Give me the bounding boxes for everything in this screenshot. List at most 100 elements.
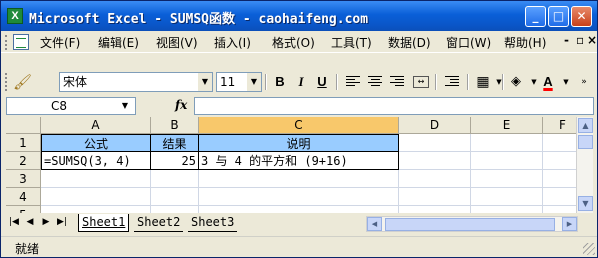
workbook-icon[interactable] (13, 34, 29, 50)
cell-a1[interactable]: 公式 (41, 134, 151, 152)
cell-c5[interactable] (199, 206, 399, 213)
cell-c2[interactable]: 3 与 4 的平方和 (9+16) (199, 152, 399, 170)
menu-tools[interactable]: 工具(T) (331, 34, 372, 51)
scroll-left-button[interactable]: ◀ (367, 217, 382, 231)
vertical-scroll-thumb[interactable] (578, 135, 593, 149)
vertical-scrollbar[interactable]: ▲ ▼ (576, 117, 593, 213)
cell-f4[interactable] (543, 188, 576, 206)
maximize-button[interactable]: □ (548, 6, 569, 27)
cell-e5[interactable] (471, 206, 543, 213)
align-center-icon[interactable] (368, 74, 382, 88)
cell-f2[interactable] (543, 152, 576, 170)
chevron-down-icon[interactable]: ▼ (247, 73, 261, 91)
menu-insert[interactable]: 插入(I) (214, 34, 251, 51)
chevron-down-icon[interactable]: ▼ (490, 74, 508, 90)
cell-f5[interactable] (543, 206, 576, 213)
cell-a5[interactable] (41, 206, 151, 213)
cell-b3[interactable] (151, 170, 199, 188)
sheet-tab-3[interactable]: Sheet3 (188, 214, 238, 232)
last-sheet-icon[interactable]: ▶| (56, 217, 68, 227)
menu-edit[interactable]: 编辑(E) (98, 34, 139, 51)
menu-format[interactable]: 格式(O) (272, 34, 315, 51)
underline-button[interactable]: U (313, 74, 331, 90)
cell-d2[interactable] (399, 152, 471, 170)
cell-b5[interactable] (151, 206, 199, 213)
font-color-icon[interactable]: A (539, 74, 557, 90)
cell-e2[interactable] (471, 152, 543, 170)
font-name-select[interactable]: 宋体 ▼ (59, 72, 213, 92)
italic-button[interactable]: I (292, 74, 310, 90)
column-header-c[interactable]: C (199, 117, 399, 134)
row-header-4[interactable]: 4 (6, 188, 41, 206)
menu-grip-handle[interactable] (5, 35, 8, 50)
menu-view[interactable]: 视图(V) (156, 34, 198, 51)
cell-b1[interactable]: 结果 (151, 134, 199, 152)
select-all-button[interactable] (6, 117, 41, 134)
row-header-5[interactable]: 5 (6, 206, 41, 213)
font-size-select[interactable]: 11 ▼ (216, 72, 262, 92)
toolbar-options-icon[interactable]: » (575, 74, 593, 90)
cell-a3[interactable] (41, 170, 151, 188)
doc-minimize-button[interactable]: - (564, 33, 569, 47)
scroll-up-button[interactable]: ▲ (578, 118, 593, 133)
menu-data[interactable]: 数据(D) (388, 34, 431, 51)
prev-sheet-icon[interactable]: ◀ (24, 217, 36, 227)
formula-input[interactable] (194, 97, 594, 115)
font-name-value: 宋体 (63, 75, 88, 89)
horizontal-scrollbar[interactable]: ◀ ▶ (366, 216, 578, 232)
cell-e4[interactable] (471, 188, 543, 206)
bold-button[interactable]: B (271, 74, 289, 90)
column-header-d[interactable]: D (399, 117, 471, 134)
toolbar-grip-handle[interactable] (5, 73, 8, 91)
chevron-down-icon[interactable]: ▼ (557, 74, 575, 90)
sheet-tab-1[interactable]: Sheet1 (78, 214, 130, 232)
scroll-down-button[interactable]: ▼ (578, 196, 593, 211)
cell-b2[interactable]: 25 (151, 152, 199, 170)
menu-window[interactable]: 窗口(W) (446, 34, 491, 51)
cell-c1[interactable]: 说明 (199, 134, 399, 152)
align-right-icon[interactable] (390, 74, 404, 88)
resize-grip-icon[interactable] (583, 243, 595, 255)
next-sheet-icon[interactable]: ▶ (40, 217, 52, 227)
align-left-icon[interactable] (346, 74, 360, 88)
horizontal-scroll-thumb[interactable] (385, 218, 555, 231)
doc-restore-button[interactable]: ▫ (576, 33, 584, 47)
insert-function-button[interactable]: fx (175, 98, 187, 112)
row-header-2[interactable]: 2 (6, 152, 41, 170)
cell-f3[interactable] (543, 170, 576, 188)
cell-c3[interactable] (199, 170, 399, 188)
cell-c4[interactable] (199, 188, 399, 206)
sheet-tab-2[interactable]: Sheet2 (134, 214, 184, 232)
column-header-e[interactable]: E (471, 117, 543, 134)
first-sheet-icon[interactable]: |◀ (8, 217, 20, 227)
column-header-b[interactable]: B (151, 117, 199, 134)
menu-file[interactable]: 文件(F) (40, 34, 80, 51)
row-header-1[interactable]: 1 (6, 134, 41, 152)
scroll-right-button[interactable]: ▶ (562, 217, 577, 231)
menu-help[interactable]: 帮助(H) (504, 34, 546, 51)
row-header-3[interactable]: 3 (6, 170, 41, 188)
cell-d3[interactable] (399, 170, 471, 188)
merge-center-icon[interactable]: ↔ (413, 76, 429, 88)
cell-a4[interactable] (41, 188, 151, 206)
cell-d4[interactable] (399, 188, 471, 206)
doc-close-button[interactable]: × (587, 33, 597, 47)
minimize-button[interactable]: _ (525, 6, 546, 27)
cell-e3[interactable] (471, 170, 543, 188)
column-header-a[interactable]: A (41, 117, 151, 134)
cell-d1[interactable] (399, 134, 471, 152)
format-painter-icon[interactable]: 🖌 (13, 73, 32, 91)
cell-e1[interactable] (471, 134, 543, 152)
cell-f1[interactable] (543, 134, 576, 152)
title-bar[interactable]: X Microsoft Excel - SUMSQ函数 - caohaifeng… (1, 1, 597, 31)
indent-icon[interactable] (445, 74, 459, 88)
close-button[interactable]: ✕ (571, 6, 592, 27)
cell-b4[interactable] (151, 188, 199, 206)
cell-d5[interactable] (399, 206, 471, 213)
fill-color-icon[interactable]: ◈ (507, 74, 525, 90)
column-header-f[interactable]: F (543, 117, 576, 134)
toolbar-separator (265, 74, 267, 90)
cell-a2[interactable]: =SUMSQ(3, 4) (41, 152, 151, 170)
chevron-down-icon[interactable]: ▼ (117, 98, 133, 113)
chevron-down-icon[interactable]: ▼ (198, 73, 212, 91)
